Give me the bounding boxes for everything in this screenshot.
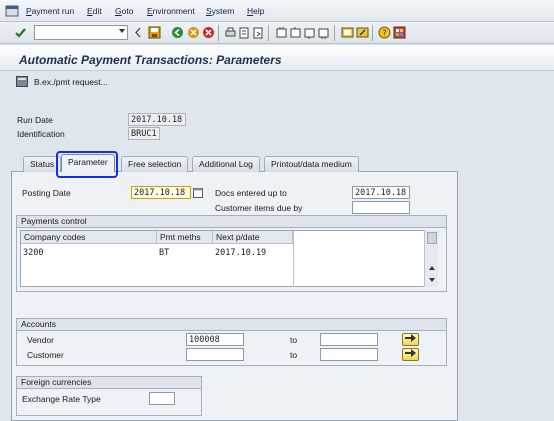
vendor-from-field[interactable]: 100008: [186, 333, 244, 346]
cell-pmt-meth[interactable]: BT: [159, 247, 169, 259]
payments-control-title: Payments control: [17, 216, 446, 228]
exit-icon[interactable]: [187, 26, 200, 39]
layout-menu-icon[interactable]: [393, 26, 406, 39]
title-bar: Automatic Payment Transactions: Paramete…: [0, 45, 554, 71]
cell-company-code[interactable]: 3200: [23, 247, 43, 259]
shortcut-icon[interactable]: [356, 26, 369, 39]
customer-multiple-selection-button[interactable]: [402, 348, 419, 361]
column-header-pmt-meths[interactable]: Pmt meths: [157, 231, 213, 244]
column-header-next-pdate[interactable]: Next p/date: [213, 231, 293, 244]
toolbar-separator: [334, 25, 335, 41]
accounts-title: Accounts: [17, 319, 446, 331]
cancel-icon[interactable]: [202, 26, 215, 39]
exchange-rate-type-label: Exchange Rate Type: [22, 394, 101, 404]
identification-field: BRUC1: [128, 127, 160, 140]
menu-edit[interactable]: Edit: [87, 6, 102, 16]
sap-menu-icon[interactable]: [5, 4, 19, 18]
find-icon[interactable]: [238, 26, 251, 39]
docs-entered-label: Docs entered up to: [215, 188, 287, 198]
table-scrollbar[interactable]: [424, 230, 438, 287]
svg-text:?: ?: [382, 29, 386, 38]
arrow-right-icon: [405, 349, 416, 357]
run-date-field: 2017.10.18: [128, 113, 186, 126]
toolbar-separator: [218, 25, 219, 41]
menu-help[interactable]: Help: [247, 6, 264, 16]
exchange-rate-type-field[interactable]: [149, 392, 175, 405]
menu-environment[interactable]: Environment: [147, 6, 195, 16]
scroll-up-icon[interactable]: [428, 264, 436, 272]
parameter-tab-highlight: [56, 151, 118, 178]
run-date-label: Run Date: [17, 115, 53, 125]
command-field[interactable]: [34, 25, 128, 40]
posting-date-label: Posting Date: [22, 188, 71, 198]
toolbar-separator: [268, 25, 269, 41]
bex-pmt-request-label: B.ex./pmt request...: [34, 77, 108, 87]
menu-system[interactable]: System: [206, 6, 234, 16]
customer-items-label: Customer items due by: [215, 203, 303, 213]
command-input[interactable]: [35, 26, 115, 39]
menu-goto[interactable]: Goto: [115, 6, 133, 16]
calendar-icon[interactable]: [193, 187, 203, 198]
next-page-icon[interactable]: [303, 26, 316, 39]
vendor-to-field[interactable]: [320, 333, 378, 346]
posting-date-field[interactable]: 2017.10.18: [131, 186, 191, 199]
vendor-multiple-selection-button[interactable]: [402, 333, 419, 346]
customer-label: Customer: [27, 350, 64, 360]
cell-next-pdate[interactable]: 2017.10.19: [215, 247, 266, 259]
tab-printout-data-medium[interactable]: Printout/data medium: [264, 156, 359, 172]
customer-to-label: to: [290, 350, 298, 360]
customer-from-field[interactable]: [186, 348, 244, 361]
customer-to-field[interactable]: [320, 348, 378, 361]
help-icon[interactable]: ?: [378, 26, 391, 39]
find-next-icon[interactable]: [252, 26, 265, 39]
first-page-icon[interactable]: [275, 26, 288, 39]
page-title: Automatic Payment Transactions: Paramete…: [19, 53, 282, 67]
scrollbar-thumb[interactable]: [427, 232, 437, 244]
payment-request-icon: [16, 76, 28, 87]
scroll-down-icon[interactable]: [428, 276, 436, 284]
toolbar-separator: [372, 25, 373, 41]
identification-label: Identification: [17, 129, 65, 139]
chevron-down-icon[interactable]: [119, 29, 125, 33]
tab-additional-log[interactable]: Additional Log: [192, 156, 260, 172]
back-icon[interactable]: [171, 26, 184, 39]
tab-free-selection[interactable]: Free selection: [121, 156, 189, 172]
menu-bar: Payment run Edit Goto Environment System…: [0, 0, 554, 22]
last-page-icon[interactable]: [317, 26, 330, 39]
column-header-company-codes[interactable]: Company codes: [21, 231, 157, 244]
chevron-left-icon[interactable]: [134, 26, 142, 39]
print-icon[interactable]: [224, 26, 237, 39]
table-empty-area: [293, 231, 425, 287]
previous-page-icon[interactable]: [289, 26, 302, 39]
new-session-icon[interactable]: [341, 26, 354, 39]
foreign-currencies-title: Foreign currencies: [17, 377, 201, 389]
customer-items-field[interactable]: [352, 201, 410, 214]
payments-control-table: Company codes Pmt meths Next p/date 3200…: [20, 230, 438, 287]
save-icon[interactable]: [148, 26, 161, 39]
menu-payment-run[interactable]: Payment run: [26, 6, 74, 16]
vendor-to-label: to: [290, 335, 298, 345]
arrow-right-icon: [405, 334, 416, 342]
docs-entered-field[interactable]: 2017.10.18: [352, 186, 410, 199]
standard-toolbar: ?: [0, 22, 554, 65]
enter-icon[interactable]: [14, 26, 27, 39]
vendor-label: Vendor: [27, 335, 54, 345]
application-toolbar: B.ex./pmt request...: [0, 71, 554, 93]
bex-pmt-request-button[interactable]: B.ex./pmt request...: [12, 73, 116, 90]
